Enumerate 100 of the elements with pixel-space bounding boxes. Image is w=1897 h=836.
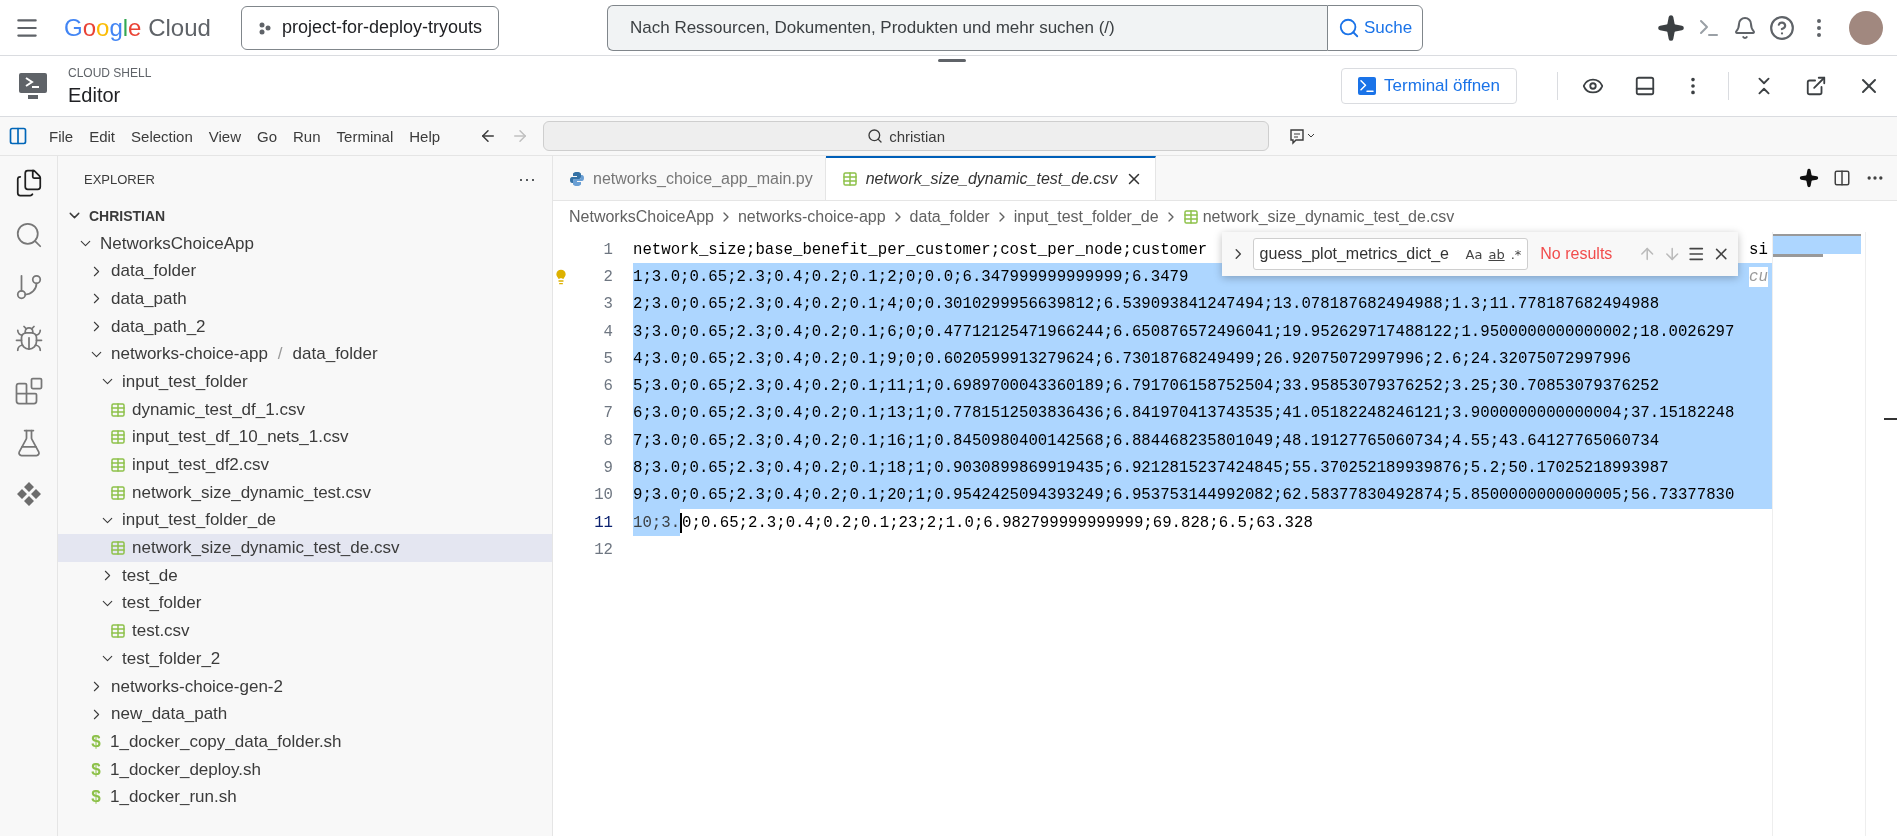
tree-item[interactable]: test_de <box>58 561 552 590</box>
snake-icon <box>569 171 585 187</box>
line-number: 6 <box>602 377 613 396</box>
find-option-toggle[interactable]: .* <box>1510 246 1522 262</box>
tree-item[interactable]: NetworksChoiceApp <box>58 229 552 258</box>
sparkle-icon[interactable] <box>1657 13 1685 42</box>
search-icon <box>867 128 884 144</box>
menu-item[interactable]: Terminal <box>329 123 401 149</box>
line-number: 10 <box>593 486 613 505</box>
text-cursor <box>680 512 683 533</box>
logo[interactable]: Google Cloud <box>64 13 211 42</box>
dollar-icon: $ <box>88 759 104 780</box>
tree-item[interactable]: test.csv <box>58 617 552 645</box>
code-text: 10;3. <box>633 508 681 537</box>
find-option-toggle[interactable]: ab <box>1488 246 1505 262</box>
workspace-root[interactable]: CHRISTIAN <box>58 202 552 230</box>
breadcrumb-item[interactable]: data_folder <box>909 207 990 226</box>
table-icon <box>110 484 126 501</box>
tree-item[interactable]: networks-choice-gen-2 <box>58 672 552 701</box>
tree-item[interactable]: data_path <box>58 285 552 313</box>
workspace-name: CHRISTIAN <box>89 207 166 224</box>
command-center-text: christian <box>889 127 945 145</box>
tree-item[interactable]: input_test_df2.csv <box>58 451 552 479</box>
table-icon <box>110 457 126 474</box>
table-icon <box>110 623 126 640</box>
line-number: 3 <box>602 295 613 314</box>
menu-item[interactable]: Go <box>250 123 284 149</box>
breadcrumb-item[interactable]: networks-choice-app <box>737 207 886 226</box>
dots-icon <box>257 20 272 35</box>
open-terminal-button[interactable]: Terminal öffnen <box>1341 68 1517 104</box>
tree-item[interactable]: $ 1_docker_copy_data_folder.sh <box>58 728 552 756</box>
table-icon <box>110 401 126 418</box>
terminal-icon <box>1358 77 1377 95</box>
tab-label: network_size_dynamic_test_de.csv <box>865 170 1118 188</box>
tree-item[interactable]: $ 1_docker_run.sh <box>58 783 552 812</box>
table-icon <box>1182 208 1199 225</box>
overline: CLOUD SHELL <box>68 65 152 80</box>
project-picker[interactable]: project-for-deploy-tryouts <box>240 5 499 50</box>
dollar-icon: $ <box>88 731 104 752</box>
table-icon <box>110 429 126 446</box>
tree-item[interactable]: test_folder_2 <box>58 645 552 673</box>
folder-name: data_folder <box>292 344 378 365</box>
drag-handle[interactable] <box>938 59 966 62</box>
editor-tab[interactable]: network_size_dynamic_test_de.csv <box>825 156 1157 200</box>
panel-title: Editor <box>68 83 122 107</box>
find-status: No results <box>1540 245 1613 263</box>
menu-item[interactable]: Selection <box>124 123 200 149</box>
help-icon[interactable] <box>1769 14 1795 41</box>
sidebar-icon[interactable] <box>8 126 28 146</box>
inline-hint: cu <box>1749 266 1768 287</box>
menu-item[interactable]: Run <box>286 123 328 149</box>
tree-item[interactable]: test_folder <box>58 589 552 618</box>
tree-item[interactable]: input_test_folder <box>58 368 552 396</box>
tree-item[interactable]: networks-choice-app / data_folder <box>58 340 552 369</box>
search-field[interactable]: Nach Ressourcen, Dokumenten, Produkten und mehr suchen (/) <box>606 4 1327 51</box>
panel-icon[interactable] <box>1634 75 1656 97</box>
tree-item[interactable]: input_test_folder_de <box>58 506 552 535</box>
tree-item[interactable]: data_folder <box>58 257 552 286</box>
blocks-icon[interactable] <box>13 376 44 406</box>
tab-label: networks_choice_app_main.py <box>593 170 813 188</box>
line-number: 7 <box>602 404 613 423</box>
panel-title: EXPLORER <box>84 171 155 187</box>
tree-item[interactable]: new_data_path <box>58 700 552 729</box>
line-number: 9 <box>602 459 613 477</box>
search-icon <box>1337 16 1360 39</box>
path-separator: / <box>277 344 283 365</box>
avatar[interactable] <box>1849 10 1883 45</box>
menu-item[interactable]: File <box>42 123 81 149</box>
breadcrumb-item[interactable]: input_test_folder_de <box>1013 207 1159 226</box>
external-link-icon[interactable] <box>1805 75 1827 97</box>
find-field[interactable]: guess_plot_metrics_dict_e Aa ab .* <box>1252 238 1529 270</box>
bug-icon[interactable] <box>13 324 44 354</box>
line-number: 5 <box>602 349 613 368</box>
find-option-toggle[interactable]: Aa <box>1465 246 1483 262</box>
tree-item[interactable]: data_path_2 <box>58 312 552 341</box>
tree-item[interactable]: input_test_df_10_nets_1.csv <box>58 423 552 452</box>
dollar-icon: $ <box>88 787 104 808</box>
line-number: 2 <box>602 267 613 286</box>
tree-item[interactable]: network_size_dynamic_test_de.csv <box>58 534 552 562</box>
menu-item[interactable]: Help <box>402 123 448 149</box>
menu-item[interactable]: View <box>201 123 248 149</box>
line-number: 12 <box>593 540 613 559</box>
line-number: 8 <box>602 431 613 450</box>
line-number: 1 <box>602 240 613 259</box>
more-icon[interactable]: ··· <box>518 168 536 190</box>
line-number: 4 <box>602 322 613 341</box>
terminal-icon <box>18 72 48 100</box>
breadcrumb-item[interactable]: NetworksChoiceApp <box>569 207 714 226</box>
bell-icon[interactable] <box>1733 15 1757 40</box>
table-icon <box>110 540 126 557</box>
breadcrumb-item[interactable]: network_size_dynamic_test_de.csv <box>1202 207 1455 226</box>
table-icon <box>841 171 858 187</box>
menu-item[interactable]: Edit <box>82 123 123 149</box>
line-number: 11 <box>593 513 613 532</box>
tree-item[interactable]: dynamic_test_df_1.csv <box>58 395 552 424</box>
tree-item[interactable]: $ 1_docker_deploy.sh <box>58 755 552 784</box>
tree-item[interactable]: network_size_dynamic_test.csv <box>58 478 552 507</box>
folder-name: networks-choice-app <box>111 344 268 365</box>
search-button[interactable]: Suche <box>1326 4 1424 51</box>
command-center[interactable]: christian <box>543 121 1270 151</box>
